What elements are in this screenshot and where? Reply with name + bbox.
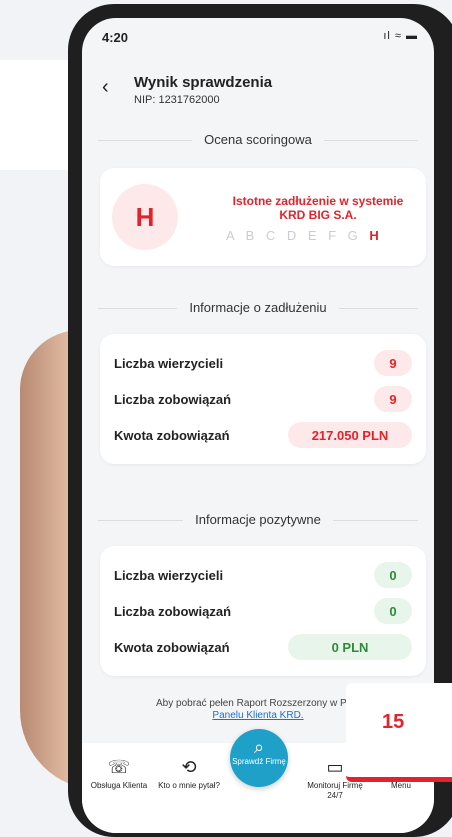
grade-scale: A B C D E F G H [226, 228, 383, 243]
positive-row-amount: Kwota zobowiązań 0 PLN [114, 634, 412, 660]
grade-description: Istotne zadłużenie w systemie KRD BIG S.… [232, 194, 404, 222]
page-number: 15 [382, 711, 405, 733]
nav-customer-service[interactable]: ☏ Obsługa Klienta [88, 757, 150, 791]
positive-creditors-value: 0 [374, 562, 412, 588]
nav-who-asked[interactable]: ⟲ Kto o mnie pytał? [158, 757, 220, 791]
back-arrow-icon[interactable]: ‹ [102, 76, 109, 99]
positive-obligations-value: 0 [374, 598, 412, 624]
debt-obligations-value: 9 [374, 386, 412, 412]
nav-label: Kto o mnie pytał? [158, 781, 220, 790]
nav-label: Obsługa Klienta [90, 781, 148, 790]
nav-label: Menu [390, 781, 411, 790]
page-number-badge: 15 [346, 683, 452, 782]
search-icon: ⌕ [253, 737, 265, 757]
phone-icon: ☏ [107, 757, 131, 777]
positive-card: Liczba wierzycieli 0 Liczba zobowiązań 0… [100, 546, 426, 676]
nip-number: NIP: 1231762000 [134, 94, 220, 106]
debt-section-title: Informacje o zadłużeniu [82, 300, 434, 315]
status-time: 4:20 [102, 30, 129, 45]
status-icons: ıl ≈ ▬ [383, 30, 418, 42]
history-icon: ⟲ [181, 757, 197, 777]
positive-row-creditors: Liczba wierzycieli 0 [114, 562, 412, 588]
scoring-card: H Istotne zadłużenie w systemie KRD BIG … [100, 168, 426, 266]
debt-card: Liczba wierzycieli 9 Liczba zobowiązań 9… [100, 334, 426, 464]
grade-badge: H [112, 184, 178, 250]
nav-check-company-button[interactable]: ⌕ Sprawdź Firmę [230, 729, 288, 787]
debt-amount-value: 217.050 PLN [288, 422, 412, 448]
debt-row-creditors: Liczba wierzycieli 9 [114, 350, 412, 376]
debt-row-obligations: Liczba zobowiązań 9 [114, 386, 412, 412]
page-title: Wynik sprawdzenia [134, 74, 273, 91]
nav-label: Monitoruj Firmę 24/7 [307, 781, 363, 800]
positive-amount-value: 0 PLN [288, 634, 412, 660]
grade-scale-active: H [369, 228, 383, 243]
scoring-section-title: Ocena scoringowa [82, 132, 434, 147]
header: ‹ Wynik sprawdzenia NIP: 1231762000 [82, 70, 434, 120]
debt-creditors-value: 9 [374, 350, 412, 376]
nav-label: Sprawdź Firmę [232, 757, 286, 766]
positive-row-obligations: Liczba zobowiązań 0 [114, 598, 412, 624]
status-bar: 4:20 ıl ≈ ▬ [82, 18, 434, 52]
debt-row-amount: Kwota zobowiązań 217.050 PLN [114, 422, 412, 448]
positive-section-title: Informacje pozytywne [82, 512, 434, 527]
grade-scale-inactive: A B C D E F G [226, 228, 362, 243]
